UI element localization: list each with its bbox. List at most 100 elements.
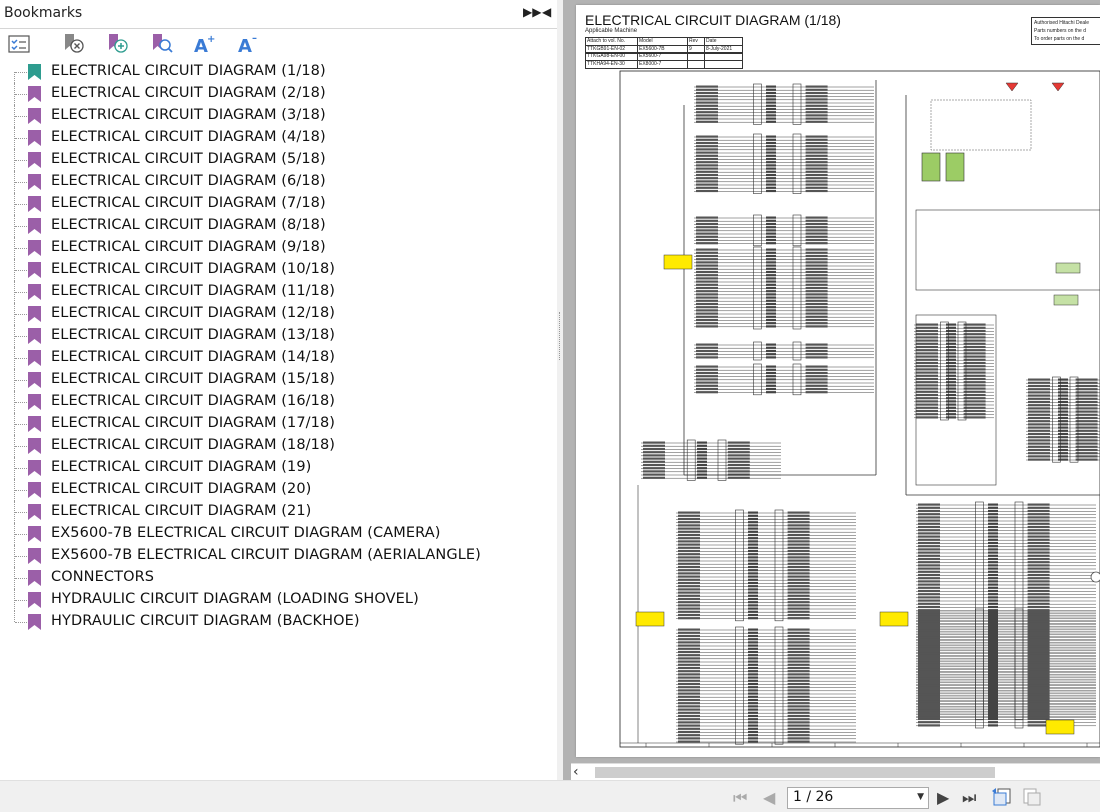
label-bar <box>918 639 940 642</box>
label-bar <box>696 293 718 296</box>
green-switch <box>945 152 965 182</box>
label-bar <box>805 270 828 274</box>
pin-bar <box>988 529 998 532</box>
bookmark-item[interactable]: HYDRAULIC CIRCUIT DIAGRAM (LOADING SHOVE… <box>0 589 557 611</box>
pin-bar <box>1058 413 1068 416</box>
label-bar <box>1028 442 1050 445</box>
tree-branch <box>15 336 27 337</box>
expand-panel-icon[interactable]: ▶▶ <box>523 5 541 19</box>
label-bar <box>696 264 718 267</box>
label-bar <box>678 695 700 698</box>
pin-bar <box>748 727 758 730</box>
bookmark-item[interactable]: ELECTRICAL CIRCUIT DIAGRAM (19) <box>0 457 557 479</box>
bookmark-item[interactable]: EX5600-7B ELECTRICAL CIRCUIT DIAGRAM (CA… <box>0 523 557 545</box>
horizontal-scrollbar[interactable]: ‹ <box>571 763 1100 781</box>
previous-page-icon[interactable]: ◀ <box>763 788 775 807</box>
label-bar <box>963 329 986 333</box>
bookmark-item[interactable]: ELECTRICAL CIRCUIT DIAGRAM (6/18) <box>0 171 557 193</box>
label-bar <box>963 416 986 419</box>
pin-bar <box>748 511 758 514</box>
pin-bar <box>748 553 758 556</box>
bookmark-item[interactable]: ELECTRICAL CIRCUIT DIAGRAM (21) <box>0 501 557 523</box>
first-page-icon[interactable]: ⏮ <box>733 788 747 808</box>
bookmark-item[interactable]: EX5600-7B ELECTRICAL CIRCUIT DIAGRAM (AE… <box>0 545 557 567</box>
label-bar <box>696 85 718 88</box>
pin-bar <box>748 737 758 740</box>
find-bookmark-icon[interactable] <box>150 32 174 56</box>
bookmark-item[interactable]: ELECTRICAL CIRCUIT DIAGRAM (7/18) <box>0 193 557 215</box>
label-bar <box>787 559 810 562</box>
pin-bar <box>766 322 776 325</box>
label-bar <box>963 381 986 384</box>
label-bar <box>1028 426 1050 429</box>
bookmark-item[interactable]: ELECTRICAL CIRCUIT DIAGRAM (12/18) <box>0 303 557 325</box>
label-bar <box>805 120 828 123</box>
label-bar <box>1027 716 1050 719</box>
bookmark-item[interactable]: ELECTRICAL CIRCUIT DIAGRAM (18/18) <box>0 435 557 457</box>
increase-font-icon[interactable]: A + <box>192 32 216 56</box>
label-bar <box>696 375 718 378</box>
bookmark-item[interactable]: ELECTRICAL CIRCUIT DIAGRAM (11/18) <box>0 281 557 303</box>
bookmark-item[interactable]: ELECTRICAL CIRCUIT DIAGRAM (16/18) <box>0 391 557 413</box>
previous-view-icon[interactable] <box>991 787 1013 807</box>
label-bar <box>1075 381 1098 384</box>
pin-bar <box>748 670 758 673</box>
label-bar <box>805 95 828 98</box>
label-bar <box>787 657 810 660</box>
pin-bar <box>988 724 998 727</box>
next-page-icon[interactable]: ▶ <box>937 788 949 807</box>
label-bar <box>787 546 810 549</box>
label-bar <box>916 336 938 339</box>
next-view-icon[interactable] <box>1021 787 1043 807</box>
bookmark-item[interactable]: ELECTRICAL CIRCUIT DIAGRAM (8/18) <box>0 215 557 237</box>
collapse-panel-icon[interactable]: ◀ <box>542 5 551 19</box>
splitter-grip[interactable] <box>559 312 562 360</box>
label-bar <box>696 368 718 371</box>
bookmark-options-icon[interactable] <box>7 32 31 56</box>
bookmark-item[interactable]: ELECTRICAL CIRCUIT DIAGRAM (9/18) <box>0 237 557 259</box>
scrollbar-thumb[interactable] <box>595 767 995 778</box>
bookmark-item[interactable]: ELECTRICAL CIRCUIT DIAGRAM (4/18) <box>0 127 557 149</box>
bookmark-item[interactable]: ELECTRICAL CIRCUIT DIAGRAM (13/18) <box>0 325 557 347</box>
label-bar <box>727 454 750 457</box>
bookmark-item[interactable]: CONNECTORS <box>0 567 557 589</box>
pin-bar <box>748 521 758 524</box>
document-viewer[interactable]: ELECTRICAL CIRCUIT DIAGRAM (1/18) Applic… <box>563 0 1100 781</box>
bookmark-item[interactable]: ELECTRICAL CIRCUIT DIAGRAM (17/18) <box>0 413 557 435</box>
bookmark-item[interactable]: ELECTRICAL CIRCUIT DIAGRAM (14/18) <box>0 347 557 369</box>
label-bar <box>696 219 718 222</box>
bookmark-item[interactable]: ELECTRICAL CIRCUIT DIAGRAM (2/18) <box>0 83 557 105</box>
label-bar <box>805 286 828 290</box>
bookmark-item[interactable]: ELECTRICAL CIRCUIT DIAGRAM (15/18) <box>0 369 557 391</box>
bookmark-item[interactable]: ELECTRICAL CIRCUIT DIAGRAM (3/18) <box>0 105 557 127</box>
label-bar <box>918 506 940 509</box>
label-bar <box>787 679 810 682</box>
pin-bar <box>697 476 707 479</box>
label-bar <box>805 251 828 254</box>
pin-bar <box>748 601 758 604</box>
page-number-select[interactable]: 1 / 26 ▼ <box>787 787 929 809</box>
bookmark-item[interactable]: ELECTRICAL CIRCUIT DIAGRAM (20) <box>0 479 557 501</box>
bookmark-item[interactable]: ELECTRICAL CIRCUIT DIAGRAM (10/18) <box>0 259 557 281</box>
label-bar <box>805 280 828 283</box>
last-page-icon[interactable]: ⏭ <box>962 788 976 808</box>
label-bar <box>727 451 750 454</box>
label-bar <box>696 378 718 381</box>
scroll-left-icon[interactable]: ‹ <box>573 764 579 780</box>
label-bar <box>696 306 718 309</box>
pin-bar <box>988 703 998 706</box>
bookmark-item[interactable]: HYDRAULIC CIRCUIT DIAGRAM (BACKHOE) <box>0 611 557 633</box>
label-bar <box>1027 668 1050 671</box>
pin-bar <box>766 381 776 384</box>
delete-bookmark-icon[interactable] <box>62 32 86 56</box>
chevron-down-icon[interactable]: ▼ <box>917 792 924 802</box>
add-bookmark-icon[interactable] <box>106 32 130 56</box>
bookmark-item[interactable]: ELECTRICAL CIRCUIT DIAGRAM (1/18) <box>0 61 557 83</box>
bookmark-item[interactable]: ELECTRICAL CIRCUIT DIAGRAM (5/18) <box>0 149 557 171</box>
pin-bar <box>766 302 776 306</box>
label-bar <box>963 358 986 361</box>
section-box <box>915 209 1100 291</box>
decrease-font-icon[interactable]: A – <box>236 32 260 56</box>
pin-bar <box>748 698 758 702</box>
label-bar <box>805 375 828 378</box>
